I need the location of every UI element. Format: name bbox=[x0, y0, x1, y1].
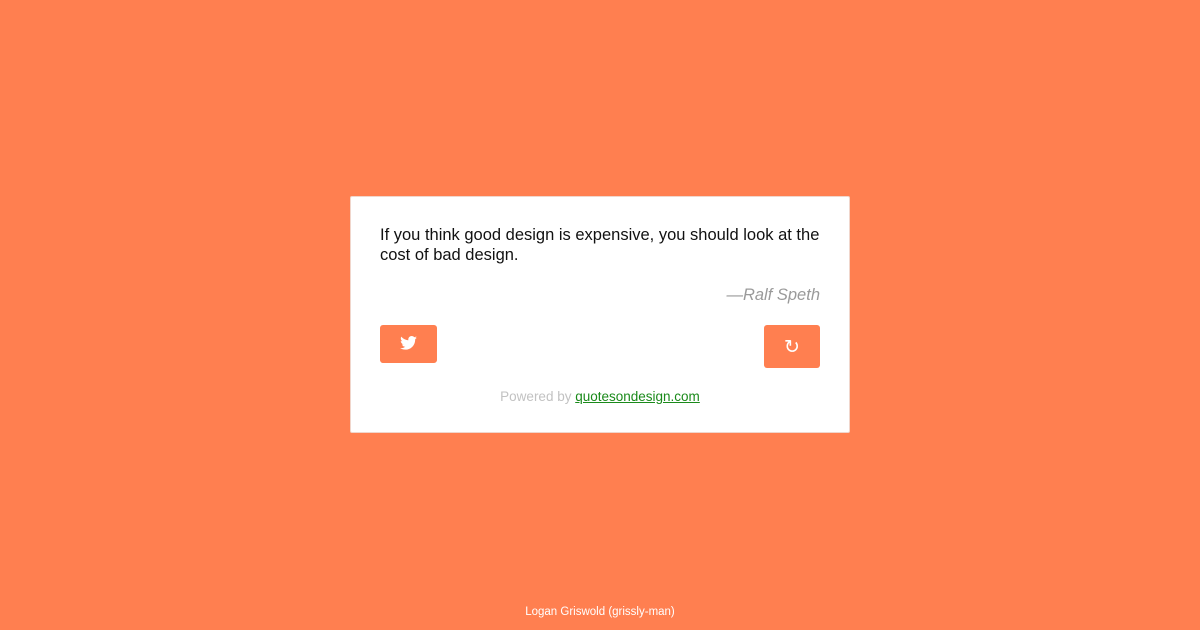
new-quote-button[interactable]: ↻ bbox=[764, 325, 820, 368]
twitter-bird-icon bbox=[400, 335, 417, 353]
tweet-button[interactable] bbox=[380, 325, 437, 363]
quote-card: If you think good design is expensive, y… bbox=[350, 196, 850, 433]
powered-by-label: Powered by bbox=[500, 389, 576, 404]
refresh-icon: ↻ bbox=[784, 335, 800, 358]
quote-text: If you think good design is expensive, y… bbox=[380, 226, 820, 264]
quotesondesign-link[interactable]: quotesondesign.com bbox=[575, 389, 700, 404]
footer-credit: Logan Griswold (grissly-man) bbox=[525, 606, 675, 618]
powered-by: Powered by quotesondesign.com bbox=[351, 389, 849, 404]
page: If you think good design is expensive, y… bbox=[0, 0, 1200, 630]
quote-author: —Ralf Speth bbox=[726, 286, 820, 304]
